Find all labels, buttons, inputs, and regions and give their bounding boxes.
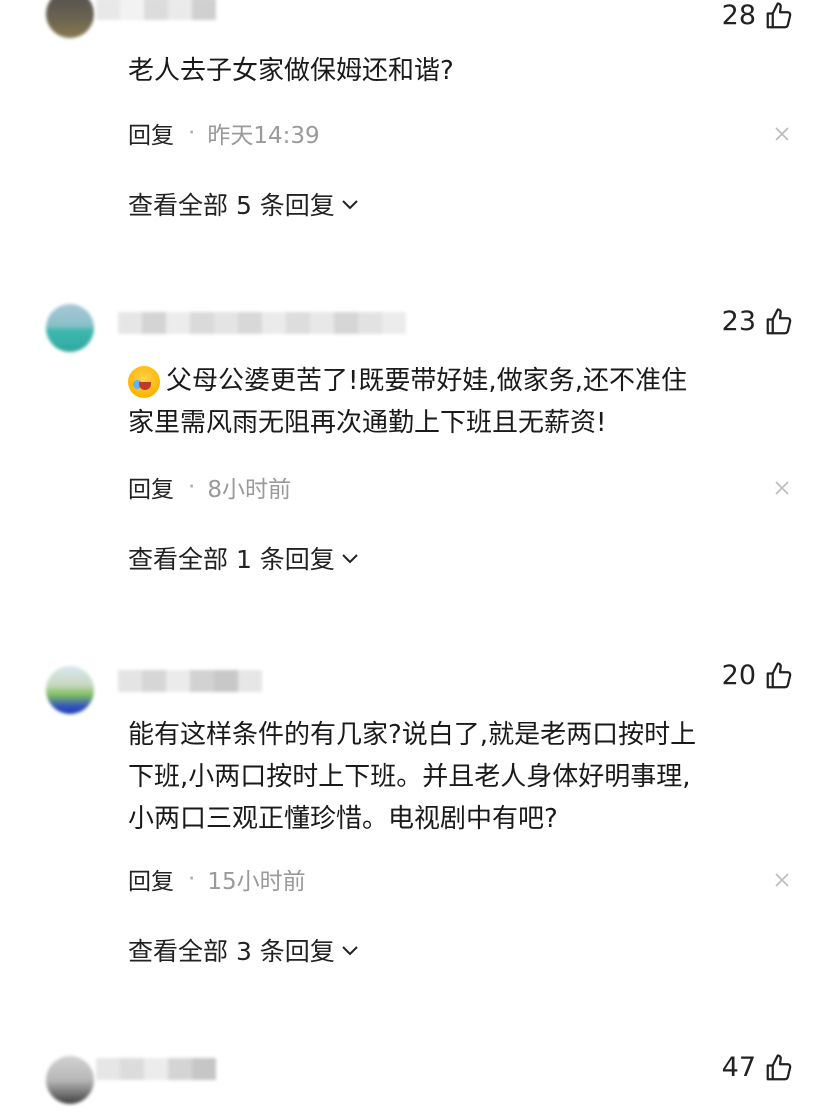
- view-replies-label: 查看全部 1 条回复: [128, 545, 335, 574]
- reply-button[interactable]: 回复: [128, 862, 174, 896]
- reply-button[interactable]: 回复: [128, 116, 174, 150]
- like-button[interactable]: 47: [722, 1052, 794, 1083]
- timestamp: 15小时前: [207, 869, 306, 895]
- timestamp: 昨天14:39: [207, 123, 320, 149]
- like-count: 47: [721, 1052, 756, 1083]
- like-count: 23: [721, 306, 756, 337]
- chevron-down-icon: [342, 554, 358, 564]
- separator-dot: ·: [188, 866, 196, 892]
- comment-meta: 回复 · 15小时前: [128, 862, 306, 896]
- comment-text: 父母公婆更苦了!既要带好娃,做家务,还不准住 家里需风雨无阻再次通勤上下班且无薪…: [128, 366, 687, 438]
- comment-text: 能有这样条件的有几家?说白了,就是老两口按时上 下班,小两口按时上下班。并且老人…: [128, 720, 697, 834]
- thumbs-up-icon: [766, 1053, 792, 1080]
- chevron-down-icon: [342, 946, 358, 956]
- view-replies-button[interactable]: 查看全部 3 条回复: [128, 932, 359, 968]
- view-replies-label: 查看全部 5 条回复: [128, 191, 335, 220]
- like-button[interactable]: 28: [722, 0, 794, 31]
- view-replies-button[interactable]: 查看全部 1 条回复: [128, 540, 359, 576]
- username-blurred[interactable]: [118, 670, 262, 692]
- comment-meta: 回复 · 昨天14:39: [128, 116, 320, 150]
- comment-text: 老人去子女家做保姆还和谐?: [128, 56, 454, 86]
- separator-dot: ·: [188, 474, 196, 500]
- view-replies-button[interactable]: 查看全部 5 条回复: [128, 186, 359, 222]
- chevron-down-icon: [342, 200, 358, 210]
- avatar[interactable]: [46, 0, 94, 38]
- close-icon[interactable]: [774, 480, 790, 496]
- username-blurred[interactable]: [96, 0, 216, 20]
- like-count: 20: [721, 660, 756, 691]
- avatar[interactable]: [46, 666, 94, 714]
- view-replies-label: 查看全部 3 条回复: [128, 937, 335, 966]
- username-blurred[interactable]: [118, 312, 406, 334]
- username-blurred[interactable]: [96, 1058, 216, 1080]
- thumbs-up-icon: [766, 1, 792, 28]
- separator-dot: ·: [188, 120, 196, 146]
- comment-meta: 回复 · 8小时前: [128, 470, 291, 504]
- close-icon[interactable]: [774, 126, 790, 142]
- avatar[interactable]: [46, 304, 94, 352]
- like-count: 28: [721, 0, 756, 31]
- thumbs-up-icon: [766, 307, 792, 334]
- close-icon[interactable]: [774, 872, 790, 888]
- timestamp: 8小时前: [207, 477, 291, 503]
- thumbs-up-icon: [766, 661, 792, 688]
- avatar[interactable]: [46, 1056, 94, 1104]
- like-button[interactable]: 20: [722, 660, 794, 691]
- like-button[interactable]: 23: [722, 306, 794, 337]
- reply-button[interactable]: 回复: [128, 470, 174, 504]
